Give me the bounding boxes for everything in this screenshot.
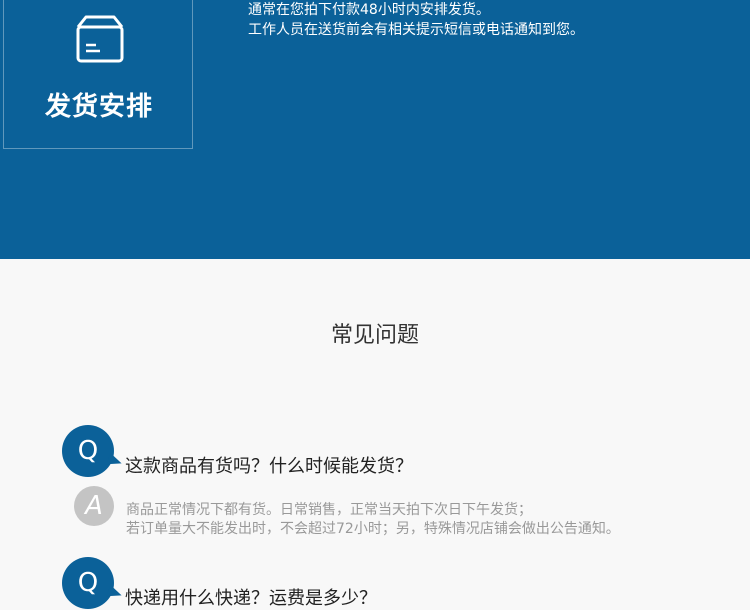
answer-line: 商品正常情况下都有货。日常销售，正常当天拍下次日下午发货； bbox=[126, 502, 532, 518]
shipping-title: 发货安排 bbox=[44, 92, 153, 122]
answer-badge: A bbox=[74, 486, 114, 526]
question-badge: Q bbox=[62, 425, 114, 477]
faq-question: 快递用什么快递？运费是多少？ bbox=[125, 588, 377, 609]
package-box-icon bbox=[76, 15, 124, 63]
shipping-card: 发货安排 bbox=[3, 0, 193, 149]
shipping-banner: 发货安排 通常在您拍下付款48小时内安排发货。 工作人员在送货前会有相关提示短信… bbox=[0, 0, 750, 259]
faq-section: 常见问题 Q 这款商品有货吗？什么时候能发货？ A 商品正常情况下都有货。日常销… bbox=[0, 259, 750, 609]
notice-line: 工作人员在送货前会有相关提示短信或电话通知到您。 bbox=[248, 22, 584, 38]
faq-title: 常见问题 bbox=[330, 323, 419, 348]
notice-line: 通常在您拍下付款48小时内安排发货。 bbox=[248, 2, 490, 18]
answer-line: 若订单量大不能发出时，不会超过72小时；另，特殊情况店铺会做出公告通知。 bbox=[126, 521, 620, 537]
question-badge: Q bbox=[62, 557, 114, 609]
shipping-notice: 通常在您拍下付款48小时内安排发货。 工作人员在送货前会有相关提示短信或电话通知… bbox=[248, 0, 584, 40]
faq-answer: 商品正常情况下都有货。日常销售，正常当天拍下次日下午发货； 若订单量大不能发出时… bbox=[126, 501, 620, 539]
faq-question: 这款商品有货吗？什么时候能发货？ bbox=[125, 456, 413, 477]
